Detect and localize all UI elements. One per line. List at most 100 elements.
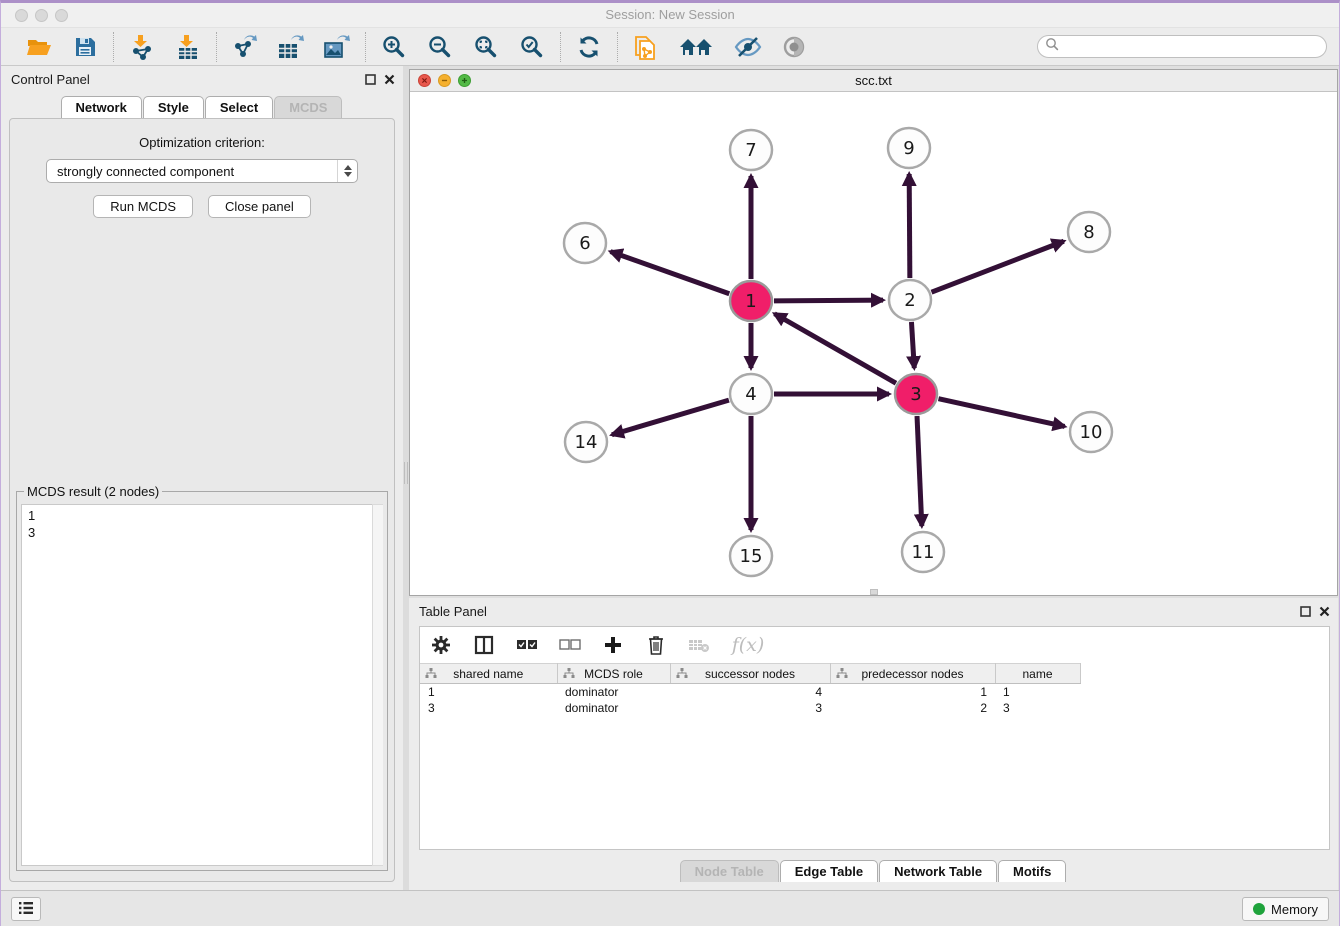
zoom-out-button[interactable] [425, 32, 455, 62]
mcds-result-text[interactable]: 1 3 [21, 504, 383, 866]
save-session-button[interactable] [70, 32, 100, 62]
float-panel-icon[interactable] [365, 72, 376, 90]
function-builder-button[interactable]: f(x) [731, 634, 765, 656]
export-table-button[interactable] [276, 32, 306, 62]
cell-predecessor-nodes[interactable]: 2 [830, 700, 995, 716]
graph-edge-3-11[interactable] [917, 416, 922, 526]
column-header-mcds-role[interactable]: MCDS role [557, 664, 670, 684]
graph-edge-3-10[interactable] [938, 399, 1064, 427]
memory-button[interactable]: Memory [1242, 897, 1329, 921]
cell-mcds-role[interactable]: dominator [557, 684, 670, 700]
hide-selected-button[interactable] [733, 32, 763, 62]
network-window-titlebar: scc.txt [410, 70, 1337, 92]
apply-layout-button[interactable] [574, 32, 604, 62]
svg-text:7: 7 [745, 140, 756, 161]
tab-edge-table[interactable]: Edge Table [780, 860, 878, 882]
task-history-button[interactable] [11, 897, 41, 921]
graph-node-6[interactable]: 6 [564, 223, 606, 263]
network-canvas[interactable]: 7 9 6 8 1 2 4 3 14 10 15 11 [410, 92, 1337, 595]
cell-mcds-role[interactable]: dominator [557, 700, 670, 716]
zoom-in-button[interactable] [379, 32, 409, 62]
column-layout-button[interactable] [473, 634, 495, 656]
cell-shared-name[interactable]: 3 [420, 700, 557, 716]
graph-edge-2-8[interactable] [932, 241, 1064, 292]
node-table-container: f(x) shared name MCDS role successor nod… [419, 626, 1330, 850]
graph-node-10[interactable]: 10 [1070, 412, 1112, 452]
unchecked-boxes-icon [559, 638, 581, 652]
graph-node-3[interactable]: 3 [895, 374, 937, 414]
column-header-successor-nodes[interactable]: successor nodes [670, 664, 830, 684]
run-mcds-button[interactable]: Run MCDS [93, 195, 193, 218]
close-panel-icon[interactable] [1319, 604, 1330, 622]
column-header-shared-name[interactable]: shared name [420, 664, 557, 684]
cell-name[interactable]: 1 [995, 684, 1080, 700]
delete-column-button[interactable] [645, 634, 667, 656]
control-panel-header: Control Panel [1, 66, 403, 92]
control-panel-title: Control Panel [11, 72, 90, 87]
cell-name[interactable]: 3 [995, 700, 1080, 716]
window-resize-grip[interactable] [870, 589, 878, 595]
tab-select[interactable]: Select [205, 96, 273, 118]
graph-edge-2-9[interactable] [909, 174, 910, 278]
delete-table-button[interactable] [688, 634, 710, 656]
graph-node-2[interactable]: 2 [889, 280, 931, 320]
cell-predecessor-nodes[interactable]: 1 [830, 684, 995, 700]
deselect-all-columns-button[interactable] [559, 634, 581, 656]
float-panel-icon[interactable] [1300, 604, 1311, 622]
tab-network[interactable]: Network [61, 96, 142, 118]
graph-edge-1-2[interactable] [774, 300, 883, 301]
cell-successor-nodes[interactable]: 4 [670, 684, 830, 700]
select-all-columns-button[interactable] [516, 634, 538, 656]
tab-motifs[interactable]: Motifs [998, 860, 1066, 882]
mcds-result-box: MCDS result (2 nodes) 1 3 [16, 491, 388, 871]
column-header-name[interactable]: name [995, 664, 1080, 684]
svg-text:3: 3 [910, 384, 921, 405]
optimization-criterion-dropdown[interactable]: strongly connected component [46, 159, 358, 183]
tab-style[interactable]: Style [143, 96, 204, 118]
column-header-predecessor-nodes[interactable]: predecessor nodes [830, 664, 995, 684]
graph-edge-1-6[interactable] [610, 252, 729, 294]
cell-successor-nodes[interactable]: 3 [670, 700, 830, 716]
import-network-button[interactable] [127, 32, 157, 62]
tab-network-table[interactable]: Network Table [879, 860, 997, 882]
graph-node-14[interactable]: 14 [565, 422, 607, 462]
graph-node-9[interactable]: 9 [888, 128, 930, 168]
network-graph[interactable]: 7 9 6 8 1 2 4 3 14 10 15 11 [410, 92, 1337, 595]
cell-shared-name[interactable]: 1 [420, 684, 557, 700]
graph-node-1[interactable]: 1 [730, 281, 772, 321]
table-settings-button[interactable] [430, 634, 452, 656]
graph-edge-3-1[interactable] [775, 314, 896, 383]
graph-node-11[interactable]: 11 [902, 532, 944, 572]
network-window: scc.txt 7 9 6 8 1 2 4 3 14 10 15 11 [409, 69, 1338, 596]
close-panel-icon[interactable] [384, 72, 395, 90]
zoom-selected-button[interactable] [517, 32, 547, 62]
result-scrollbar[interactable] [372, 504, 383, 866]
copy-network-button[interactable] [631, 32, 661, 62]
columns-icon [474, 635, 494, 655]
add-column-button[interactable] [602, 634, 624, 656]
graph-edge-4-14[interactable] [612, 400, 729, 435]
zoom-fit-button[interactable] [471, 32, 501, 62]
table-row[interactable]: 1 dominator 4 1 1 [420, 684, 1080, 700]
search-input[interactable] [1063, 38, 1326, 56]
dropdown-value: strongly connected component [47, 164, 337, 179]
graph-node-15[interactable]: 15 [730, 536, 772, 576]
gear-icon [431, 635, 451, 655]
export-image-button[interactable] [322, 32, 352, 62]
graph-node-4[interactable]: 4 [730, 374, 772, 414]
table-row[interactable]: 3 dominator 3 2 3 [420, 700, 1080, 716]
column-type-icon [676, 668, 688, 682]
export-network-button[interactable] [230, 32, 260, 62]
graph-edge-2-3[interactable] [911, 322, 914, 368]
graph-node-8[interactable]: 8 [1068, 212, 1110, 252]
tab-mcds[interactable]: MCDS [274, 96, 342, 118]
show-all-button[interactable] [779, 32, 809, 62]
first-neighbors-button[interactable] [677, 32, 717, 62]
tab-node-table[interactable]: Node Table [680, 860, 779, 882]
graph-node-7[interactable]: 7 [730, 130, 772, 170]
import-table-button[interactable] [173, 32, 203, 62]
open-session-button[interactable] [24, 32, 54, 62]
memory-label: Memory [1271, 902, 1318, 917]
search-field[interactable] [1037, 35, 1327, 58]
close-panel-button[interactable]: Close panel [208, 195, 311, 218]
